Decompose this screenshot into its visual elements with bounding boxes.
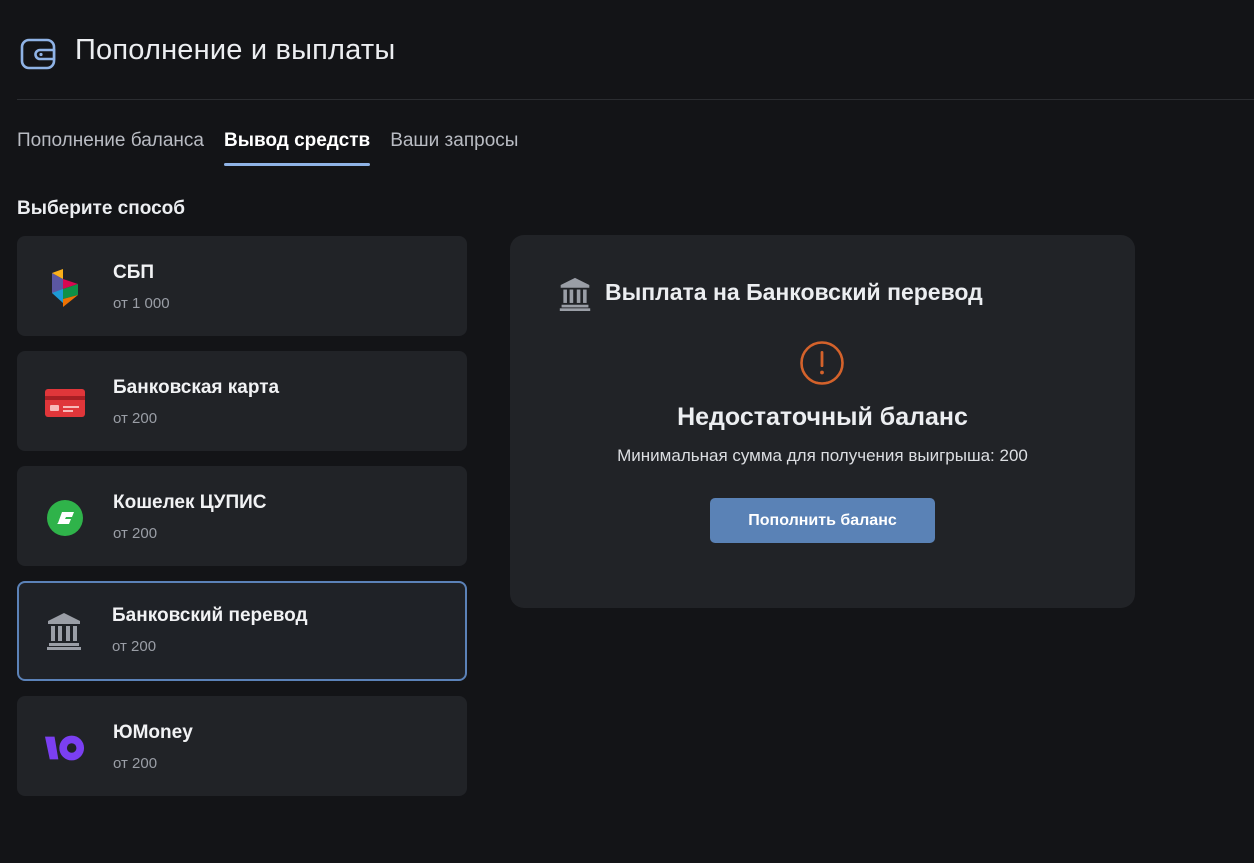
method-bank-transfer[interactable]: Банковский перевод от 200 — [17, 581, 467, 681]
page-header: Пополнение и выплаты — [0, 0, 1254, 100]
method-name: Кошелек ЦУПИС — [113, 492, 267, 513]
method-min-amount: от 200 — [113, 525, 158, 542]
payout-panel: Выплата на Банковский перевод Недостаточ… — [510, 235, 1135, 608]
method-name: СБП — [113, 262, 155, 283]
method-bank-card[interactable]: Банковская карта от 200 — [17, 351, 467, 451]
methods-heading: Выберите способ — [17, 198, 185, 219]
warning-message: Минимальная сумма для получения выигрыша… — [617, 446, 1028, 465]
header-divider — [17, 99, 1254, 100]
tab-bar: Пополнение баланса Вывод средств Ваши за… — [17, 130, 518, 166]
top-up-balance-button[interactable]: Пополнить баланс — [710, 498, 935, 543]
panel-title: Выплата на Банковский перевод — [605, 279, 983, 305]
method-yoomoney[interactable]: ЮMoney от 200 — [17, 696, 467, 796]
method-sbp[interactable]: СБП от 1 000 — [17, 236, 467, 336]
warning-title: Недостаточный баланс — [677, 403, 968, 431]
method-name: Банковский перевод — [112, 605, 308, 626]
yoomoney-icon — [45, 728, 85, 768]
method-name: Банковская карта — [113, 377, 280, 398]
method-list: СБП от 1 000 Банковская карта от 200 Кош… — [17, 236, 467, 811]
wallet-icon — [20, 38, 56, 70]
method-min-amount: от 200 — [113, 755, 158, 772]
tab-requests[interactable]: Ваши запросы — [390, 130, 518, 166]
sbp-icon — [45, 268, 85, 308]
tab-withdraw[interactable]: Вывод средств — [224, 130, 371, 166]
cupis-wallet-icon — [45, 498, 85, 538]
bank-card-icon — [45, 383, 85, 423]
method-name: ЮMoney — [113, 722, 193, 743]
tab-deposit[interactable]: Пополнение баланса — [17, 130, 204, 166]
method-cupis-wallet[interactable]: Кошелек ЦУПИС от 200 — [17, 466, 467, 566]
exclamation-circle-icon — [800, 341, 844, 385]
page-title: Пополнение и выплаты — [75, 34, 396, 66]
bank-building-icon — [44, 611, 84, 651]
method-min-amount: от 1 000 — [113, 295, 170, 312]
method-min-amount: от 200 — [112, 638, 157, 655]
method-min-amount: от 200 — [113, 410, 158, 427]
bank-building-icon — [559, 277, 591, 311]
